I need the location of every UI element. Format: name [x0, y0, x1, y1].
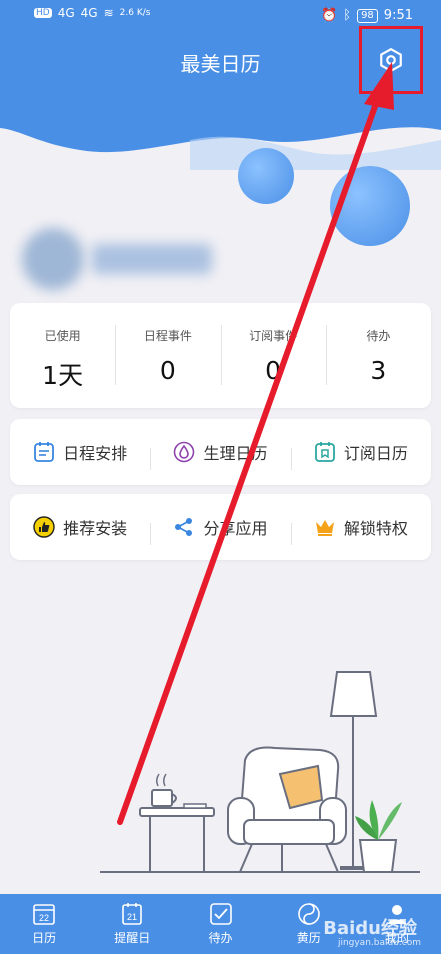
tab-reminder[interactable]: 21 提醒日 — [88, 894, 176, 954]
menu-label: 生理日历 — [203, 444, 268, 463]
menu-row-calendars: 日程安排 生理日历 订阅日历 — [10, 419, 431, 485]
stat-value: 3 — [370, 356, 387, 385]
decor-bubble — [330, 166, 410, 246]
thumbs-up-icon — [33, 516, 55, 538]
stat-label: 日程事件 — [143, 329, 192, 343]
menu-schedule[interactable]: 日程安排 — [10, 440, 150, 464]
stat-subscribed-events[interactable]: 订阅事件 0 — [220, 303, 326, 408]
tab-todo[interactable]: 待办 — [176, 894, 264, 954]
signal-b: 4G — [80, 6, 98, 20]
stat-value: 0 — [265, 356, 282, 385]
stat-days-used[interactable]: 已使用 1天 — [10, 303, 115, 408]
menu-subscribe-calendar[interactable]: 订阅日历 — [290, 440, 431, 470]
menu-label: 推荐安装 — [63, 519, 128, 538]
stat-value: 0 — [159, 356, 176, 385]
stat-label: 待办 — [366, 329, 391, 343]
battery-level: 98 — [357, 8, 378, 23]
reminder-icon-date: 21 — [127, 912, 137, 922]
calendar-icon: 22 — [33, 904, 55, 925]
crown-icon — [315, 520, 334, 536]
tab-label: 日历 — [32, 931, 57, 945]
tab-calendar[interactable]: 22 日历 — [0, 894, 88, 954]
net-speed: 2.6 K/s — [119, 8, 151, 18]
stat-schedule-events[interactable]: 日程事件 0 — [115, 303, 220, 408]
status-bar: HD 4G 4G ≋ 2.6 K/s ⏰ ᛒ 98 9:51 — [0, 0, 441, 32]
gear-icon — [380, 47, 402, 73]
subscribe-icon — [314, 442, 335, 462]
stat-value: 1天 — [42, 361, 84, 390]
decor-bubble — [238, 148, 294, 204]
signal-a: 4G — [57, 6, 75, 20]
checkbox-icon — [209, 903, 232, 925]
alarm-icon: ⏰ — [321, 8, 338, 23]
stat-label: 订阅事件 — [249, 329, 298, 343]
drop-icon — [174, 441, 195, 463]
bluetooth-icon: ᛒ — [343, 8, 352, 23]
menu-label: 订阅日历 — [343, 444, 408, 463]
username-blurred — [92, 244, 212, 274]
yin-yang-icon — [297, 903, 320, 925]
stat-label: 已使用 — [44, 329, 81, 343]
menu-label: 日程安排 — [63, 444, 128, 463]
calendar-icon-date: 22 — [39, 913, 49, 923]
avatar[interactable] — [22, 228, 84, 290]
watermark-brand: Baidu经验 — [323, 918, 417, 939]
menu-row-extras: 推荐安装 分享应用 解锁特权 — [10, 494, 431, 560]
tab-label: 黄历 — [296, 931, 321, 945]
watermark-url: jingyan.baidu.com — [337, 938, 421, 948]
menu-label: 解锁特权 — [343, 519, 408, 538]
share-icon — [175, 518, 193, 536]
user-profile[interactable] — [22, 228, 212, 290]
clock: 9:51 — [383, 8, 413, 23]
stat-todos[interactable]: 待办 3 — [325, 303, 431, 408]
hd-icon: HD — [34, 8, 52, 18]
tab-label: 提醒日 — [114, 931, 151, 945]
room-illustration — [100, 671, 420, 873]
tab-label: 待办 — [208, 931, 233, 945]
menu-recommend[interactable]: 推荐安装 — [10, 515, 150, 539]
menu-share[interactable]: 分享应用 — [150, 515, 290, 545]
settings-button[interactable] — [359, 26, 423, 94]
reminder-icon: 21 — [122, 903, 143, 925]
stats-card: 已使用 1天 日程事件 0 订阅事件 0 待办 3 — [10, 303, 431, 408]
schedule-icon — [34, 442, 55, 462]
wifi-icon: ≋ — [103, 6, 114, 20]
menu-unlock-privileges[interactable]: 解锁特权 — [290, 515, 431, 545]
menu-period-calendar[interactable]: 生理日历 — [150, 440, 290, 470]
menu-label: 分享应用 — [203, 519, 268, 538]
